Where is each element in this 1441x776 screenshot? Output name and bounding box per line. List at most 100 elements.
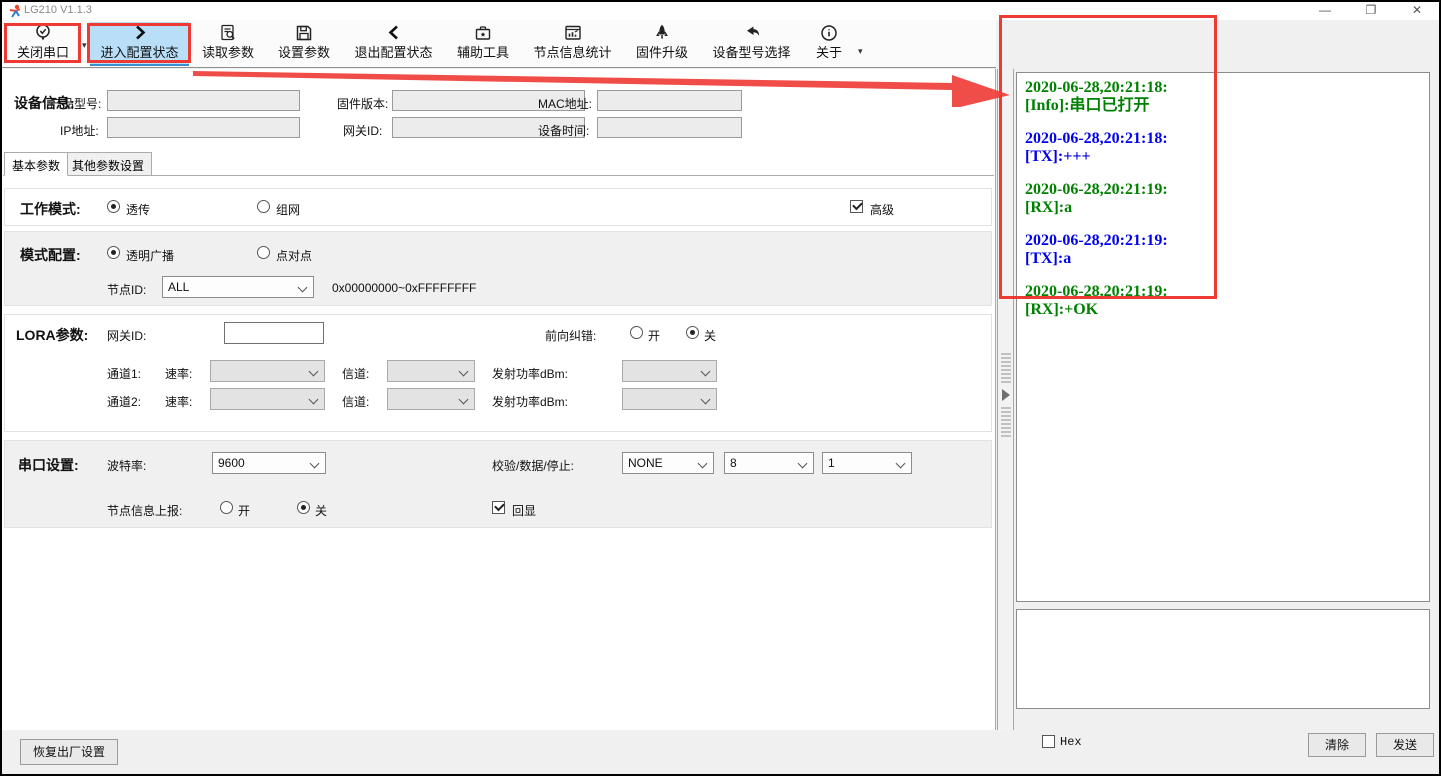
send-button[interactable]: 发送 (1376, 733, 1434, 757)
serial-title: 串口设置: (18, 455, 79, 475)
log-entry-message: [Info]:串口已打开 (1025, 97, 1421, 115)
log-output-area[interactable]: 2020-06-28,20:21:18: [Info]:串口已打开 2020-0… (1016, 72, 1430, 602)
work-mode-section (4, 188, 992, 226)
lora-title: LORA参数: (16, 325, 88, 345)
toolbar-overflow-arrow[interactable]: ▾ (858, 46, 863, 57)
toolbar-read-params-button[interactable]: 读取参数 (193, 22, 263, 66)
chevron-right-icon (130, 22, 150, 44)
info-icon (819, 22, 839, 44)
toolbar-set-params-button[interactable]: 设置参数 (269, 22, 339, 66)
channel2-power-dropdown[interactable] (622, 388, 717, 410)
factory-reset-button[interactable]: 恢复出厂设置 (20, 739, 118, 765)
toolbar-firmware-button[interactable]: 固件升级 (627, 22, 697, 66)
baud-rate-dropdown[interactable]: 9600 (212, 452, 326, 474)
document-search-icon (218, 22, 238, 44)
toolbar-node-stats-button[interactable]: 节点信息统计 (523, 22, 622, 66)
app-logo-icon (8, 4, 22, 18)
toolbar-node-stats-label: 节点信息统计 (533, 44, 611, 62)
node-id-dropdown[interactable]: ALL (162, 276, 314, 298)
toolbar-close-serial-label: 关闭串口 (17, 44, 69, 62)
tab-other-params[interactable]: 其他参数设置 (64, 152, 152, 176)
device-time-label: 设备时间: (538, 122, 589, 139)
hex-checkbox[interactable] (1042, 735, 1055, 748)
channel2-power-label: 发射功率dBm: (492, 393, 568, 410)
gateway-id-info-label: 网关ID: (343, 122, 382, 139)
product-model-field[interactable] (107, 90, 300, 111)
log-entry: 2020-06-28,20:21:19: [RX]:+OK (1025, 283, 1421, 319)
tab-basic-params[interactable]: 基本参数 (4, 152, 68, 176)
mode-broadcast-radio[interactable] (107, 246, 120, 259)
close-serial-dropdown-arrow[interactable]: ▾ (82, 40, 87, 51)
toolbar-enter-config-button[interactable]: 进入配置状态 (90, 22, 189, 66)
toolbar-about-button[interactable]: 关于 (806, 22, 852, 66)
minimize-button[interactable]: — (1308, 2, 1342, 19)
toolbar-device-model-label: 设备型号选择 (712, 44, 790, 62)
channel2-label: 通道2: (107, 393, 141, 410)
toolbar-enter-config-label: 进入配置状态 (100, 44, 178, 62)
toolbar-aux-tools-button[interactable]: 辅助工具 (448, 22, 518, 66)
node-report-on-radio[interactable] (220, 501, 233, 514)
advanced-checkbox[interactable] (850, 200, 863, 213)
log-entry-message: [TX]:+++ (1025, 148, 1421, 166)
channel2-rate-dropdown[interactable] (210, 388, 325, 410)
channel2-channel-dropdown[interactable] (387, 388, 475, 410)
toolbar-device-model-button[interactable]: 设备型号选择 (702, 22, 801, 66)
stop-bits-dropdown[interactable]: 1 (822, 452, 912, 474)
log-entry-message: [TX]:a (1025, 250, 1421, 268)
channel1-rate-dropdown[interactable] (210, 360, 325, 382)
node-report-label: 节点信息上报: (107, 502, 182, 519)
fec-off-label: 关 (704, 327, 716, 344)
channel1-label: 通道1: (107, 365, 141, 382)
close-button[interactable]: ✕ (1400, 2, 1434, 19)
mode-broadcast-label: 透明广播 (126, 247, 174, 264)
mode-config-section (4, 231, 992, 306)
log-entry-time: 2020-06-28,20:21:19: (1025, 181, 1421, 199)
ip-address-field[interactable] (107, 117, 300, 138)
log-entry-time: 2020-06-28,20:21:18: (1025, 130, 1421, 148)
device-time-field[interactable] (597, 117, 742, 138)
save-icon (294, 22, 314, 44)
work-mode-title: 工作模式: (20, 199, 81, 219)
data-bits-dropdown[interactable]: 8 (724, 452, 814, 474)
splitter-dots-top (1001, 351, 1011, 385)
send-input-area[interactable] (1016, 609, 1430, 709)
work-mode-transparent-label: 透传 (126, 201, 150, 218)
channel2-rate-label: 速率: (165, 393, 192, 410)
work-mode-transparent-radio[interactable] (107, 200, 120, 213)
fec-label: 前向纠错: (545, 327, 596, 344)
toolbar-about-label: 关于 (816, 44, 842, 62)
log-entry: 2020-06-28,20:21:18: [TX]:+++ (1025, 130, 1421, 166)
log-entry-time: 2020-06-28,20:21:19: (1025, 232, 1421, 250)
node-report-off-radio[interactable] (297, 501, 310, 514)
hex-label: Hex (1060, 735, 1082, 749)
mac-address-field[interactable] (597, 90, 742, 111)
channel1-channel-dropdown[interactable] (387, 360, 475, 382)
toolbar-firmware-label: 固件升级 (636, 44, 688, 62)
lora-gateway-id-label: 网关ID: (107, 327, 146, 344)
parity-data-stop-label: 校验/数据/停止: (492, 457, 574, 474)
back-arrow-icon (742, 22, 762, 44)
pin-check-icon (33, 22, 53, 44)
panel-splitter[interactable] (997, 69, 1014, 730)
lora-gateway-id-input[interactable] (224, 322, 324, 344)
ip-address-label: IP地址: (60, 122, 99, 139)
fec-on-radio[interactable] (630, 326, 643, 339)
work-mode-network-radio[interactable] (257, 200, 270, 213)
mode-p2p-radio[interactable] (257, 246, 270, 259)
toolbar-exit-config-button[interactable]: 退出配置状态 (344, 22, 443, 66)
splitter-collapse-arrow[interactable] (1002, 389, 1010, 401)
log-entry: 2020-06-28,20:21:19: [RX]:a (1025, 181, 1421, 217)
node-id-label: 节点ID: (107, 281, 146, 298)
toolbar-exit-config-label: 退出配置状态 (354, 44, 432, 62)
maximize-button[interactable]: ❐ (1354, 2, 1388, 19)
parity-dropdown[interactable]: NONE (622, 452, 714, 474)
splitter-dots-bottom (1001, 405, 1011, 439)
clear-button[interactable]: 清除 (1308, 733, 1366, 757)
mac-address-label: MAC地址: (538, 95, 592, 112)
mode-config-title: 模式配置: (20, 245, 81, 265)
channel1-power-dropdown[interactable] (622, 360, 717, 382)
echo-checkbox[interactable] (492, 501, 505, 514)
toolbar-close-serial-button[interactable]: 关闭串口 (6, 22, 80, 66)
baud-rate-label: 波特率: (107, 457, 146, 474)
fec-off-radio[interactable] (686, 326, 699, 339)
